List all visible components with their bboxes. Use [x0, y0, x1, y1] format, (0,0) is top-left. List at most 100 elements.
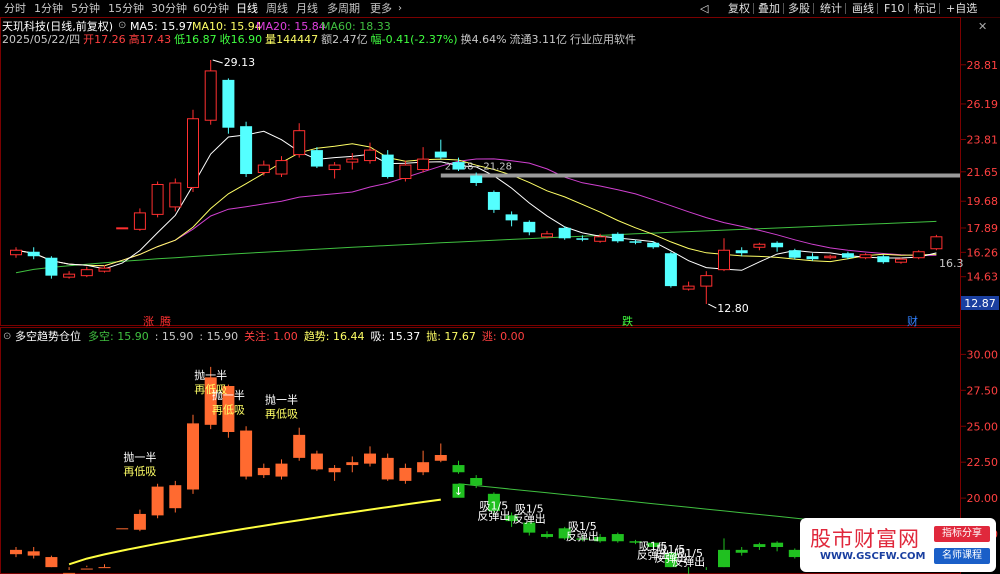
indicator-candle-body — [275, 463, 288, 477]
candle-body — [523, 221, 536, 233]
indicator-candle-body — [169, 485, 182, 509]
low-pointer — [708, 303, 717, 309]
candle-body — [240, 126, 253, 175]
signal-sell-half: 抛一半 — [194, 368, 227, 382]
candle-body — [930, 236, 943, 250]
candle-body — [257, 164, 270, 174]
indicator-candle-body — [27, 551, 40, 556]
main-y-tick-label: 23.81 — [967, 134, 999, 147]
indicator-candle-body — [718, 549, 730, 568]
signal-sell-half: 抛一半 — [123, 450, 156, 464]
candle-body — [753, 243, 766, 248]
candle-body — [151, 183, 164, 215]
indicator-y-tick-label: 22.50 — [967, 456, 999, 469]
indicator-candle-body — [80, 568, 93, 570]
signal-rebound-out: 反弹出 — [513, 512, 546, 526]
candle-body — [45, 257, 58, 276]
candle-body — [364, 149, 376, 162]
candle-body — [116, 227, 129, 230]
indicator-candle-body — [346, 462, 359, 466]
high-pointer — [212, 59, 223, 64]
main-y-tick-label: 17.89 — [967, 222, 999, 235]
candle-body — [310, 150, 323, 167]
indicator-candle-body — [293, 434, 306, 458]
indicator-candle-body — [116, 528, 129, 530]
indicator-candle-body — [452, 465, 465, 473]
candle-body — [629, 241, 642, 243]
candle-body — [63, 273, 76, 278]
indicator-candle-body — [133, 513, 146, 530]
candle-body — [611, 233, 624, 242]
main-y-tick-label: 21.65 — [967, 166, 999, 179]
candle-body — [718, 249, 730, 271]
down-arrow-icon: ↓ — [454, 485, 463, 498]
last-ma-label: 16.3 — [939, 257, 964, 270]
indicator-candle-body — [788, 549, 801, 558]
indicator-candle-body — [541, 534, 553, 537]
candle-body — [27, 251, 40, 257]
signal-buy-low: 再低吸 — [212, 403, 245, 416]
candle-body — [912, 251, 925, 259]
candle-body — [80, 269, 93, 277]
candle-body — [771, 242, 784, 248]
indicator-candle-body — [187, 423, 199, 490]
candle-body — [558, 227, 571, 239]
candle-body — [647, 242, 660, 248]
indicator-y-tick-label: 30.00 — [967, 348, 999, 361]
main-y-tick-label: 19.68 — [967, 195, 999, 208]
candle-body — [452, 162, 465, 170]
indicator-candle-body — [771, 542, 784, 547]
candle-body — [877, 256, 890, 263]
candle-body — [204, 70, 217, 121]
watermark-logo: 股市财富网 WWW.GSCFW.COM 指标分享 名师课程 — [800, 518, 996, 572]
candle-body — [735, 250, 748, 254]
candle-body — [133, 212, 146, 230]
candle-body — [381, 154, 394, 178]
candle-body — [664, 253, 677, 287]
indicator-candle-body — [257, 467, 270, 476]
indicator-candle-body — [328, 467, 341, 473]
marker-die: 跌 — [622, 314, 633, 328]
indicator-y-tick-label: 20.00 — [967, 492, 999, 505]
candle-body — [293, 130, 306, 156]
candle-body — [417, 158, 430, 171]
signal-sell-half: 抛一半 — [212, 388, 245, 402]
indicator-candle-body — [310, 453, 323, 470]
candle-body — [541, 233, 553, 238]
marker-cai: 财 — [907, 314, 918, 328]
main-y-tick-label: 28.81 — [967, 59, 999, 72]
candle-body — [594, 236, 607, 242]
signal-rebound-out: 反弹出 — [672, 555, 705, 569]
candle-body — [682, 285, 695, 290]
candle-body — [505, 214, 518, 221]
signal-rebound-out: 反弹出 — [477, 509, 510, 523]
candle-body — [859, 254, 872, 259]
candle-body — [275, 160, 288, 175]
low-price-label: 12.80 — [717, 302, 749, 315]
candle-body — [487, 191, 500, 210]
candle-body — [169, 182, 182, 208]
signal-buy-low: 再低吸 — [123, 465, 156, 478]
signal-rebound-out: 反弹出 — [566, 529, 599, 543]
main-y-tick-label: 26.19 — [967, 98, 999, 111]
candle-body — [222, 79, 235, 128]
indicator-candle-body — [45, 557, 58, 568]
candle-body — [576, 238, 589, 240]
candle-body — [895, 258, 907, 263]
candle-body — [434, 151, 447, 158]
indicator-candle-body — [417, 462, 430, 473]
kline-chart[interactable]: 28.81 26.19 23.81 21.65 19.68 17.89 16.26 14.63… — [0, 0, 1000, 574]
indicator-candle-body — [381, 457, 394, 480]
signal-buy-low: 再低吸 — [265, 408, 298, 421]
main-y-tick-label: 16.26 — [967, 246, 999, 259]
indicator-candle-body — [10, 549, 22, 555]
indicator-y-tick-label: 25.00 — [967, 420, 999, 433]
indicator-candle-body — [470, 478, 483, 486]
indicator-candle-body — [434, 455, 447, 461]
marker-zhang: 涨 — [143, 315, 154, 328]
high-price-label: 29.13 — [224, 56, 256, 69]
indicator-candle-body — [364, 453, 376, 464]
candle-body — [187, 118, 199, 188]
candle-body — [399, 164, 412, 180]
indicator-trend-line — [68, 498, 441, 566]
